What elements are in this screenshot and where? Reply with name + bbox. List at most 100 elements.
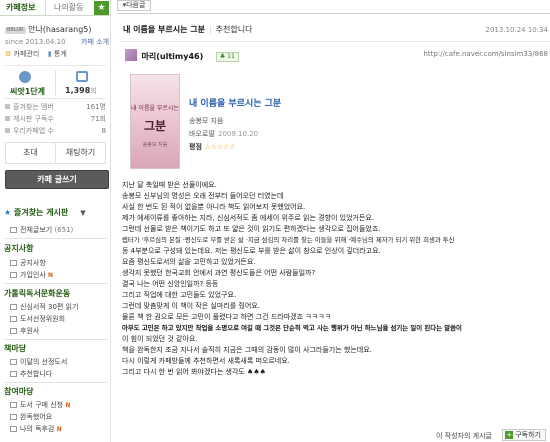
star-icon: ☆☆☆☆☆ — [204, 143, 236, 151]
sidebar-item-greetings[interactable]: 가입인사 N — [10, 270, 53, 280]
menu-label: 전체글보기 — [20, 226, 53, 234]
post-footer: 이 작성자의 게시글 + 구독하기 — [117, 429, 550, 442]
avatar[interactable] — [125, 49, 137, 61]
sidebar-item-all-posts[interactable]: 전체글보기 (651) — [10, 225, 73, 235]
body-line: 그런데 맞춤맞게 이 책이 작은 실마리를 줬어요. — [122, 302, 260, 310]
square-icon — [5, 128, 10, 133]
author-name[interactable]: 마리(ultimy46) — [142, 52, 204, 61]
sidebar: 카페정보 나의활동 ★ BBLUR 안나(hasarang5) since 20… — [0, 0, 111, 442]
plus-icon: + — [505, 431, 514, 439]
visit-icon — [76, 71, 88, 82]
member-level-chip: BBLUR — [5, 27, 26, 34]
participation-heading: 참여마당 — [4, 387, 34, 396]
body-line: 지난 달 축일때 받은 선물이에요. — [122, 181, 217, 189]
divider — [4, 339, 107, 340]
body-line: 사실 한 번도 된 적이 없을뿐 아니라 책도 읽어보지 못했었어요. — [122, 203, 306, 211]
body-line: 생각지 못했던 한국교회 안에서 과연 평신도들은 어떤 사람들일까? — [122, 269, 316, 277]
stat-value: 161명 — [86, 103, 106, 111]
cafe-manage-link[interactable]: ⚙ 카페관리 — [5, 50, 39, 58]
stat-row[interactable]: 즐겨찾는 멤버 161명 — [5, 101, 106, 113]
menu-label: 도서선정위원회 — [20, 315, 66, 323]
body-line: 물론 책 한 권으로 모든 고민이 풀렸다고 하면 그건 드라마겠죠 ㅋㅋㅋㅋ — [122, 313, 332, 321]
new-badge: N — [56, 426, 62, 433]
cafe-intro-link[interactable]: 카페 소개 — [81, 38, 109, 46]
cafe-write-button[interactable]: 카페 글쓰기 — [5, 170, 109, 189]
post-category-link[interactable]: 추천합니다 — [216, 25, 253, 34]
sidebar-item-recommend[interactable]: 추천합니다 — [10, 369, 52, 379]
book-rating: 평점 ☆☆☆☆☆ — [189, 142, 236, 152]
author-level-badge: ♣ 11 — [215, 52, 239, 62]
member-nickname[interactable]: 안나(hasarang5) — [28, 25, 91, 34]
chevron-down-icon[interactable]: ▼ — [80, 209, 85, 217]
body-line: 그리고 다시 한 번 읽어 봐야겠다는 생각도 ♠♠♠ — [122, 368, 266, 376]
divider — [55, 70, 56, 96]
sidebar-item-committee[interactable]: 도서선정위원회 — [10, 314, 65, 324]
rating-label: 평점 — [189, 143, 202, 151]
post-date: 2013.10.24 10:34 — [485, 26, 548, 34]
author-level-value: 11 — [227, 53, 235, 60]
board-icon — [10, 316, 17, 322]
star-icon: ★ — [4, 208, 12, 217]
next-post-button[interactable]: ▾다음글 — [117, 0, 151, 11]
sidebar-item-book-request[interactable]: 도서 구매 신청 N — [10, 400, 70, 410]
body-line: 제가 에세이류를 좋아하는 지라, 신심서적도 좀 에세이 위주로 읽는 경향이… — [122, 214, 375, 222]
body-line: 등 4부분으로 구성돼 있는데요. 저는 평신도로 부를 받은 삶이 참으로 인… — [122, 247, 381, 255]
body-line: 아무도 고민은 하고 있지만 작업을 소명으로 여길 때 그것은 단순히 먹고 … — [122, 324, 462, 332]
visit-count-unit: 회 — [90, 87, 97, 95]
sidebar-item-finished[interactable]: 완독했어요 — [10, 412, 52, 422]
tab-my-activity[interactable]: 나의활동 — [47, 0, 93, 16]
book-cover-title: 내 이름을 부르시는 — [131, 105, 179, 112]
list-icon — [10, 227, 17, 233]
sidebar-item-sponsor[interactable]: 후원사 — [10, 326, 39, 336]
body-line: 랩터가 '후르심의 본질 ·평신도로 부를 받은 삶 ·지금 섬김의 자리를 찾… — [122, 236, 455, 244]
menu-label: 완독했어요 — [20, 413, 53, 421]
board-icon — [10, 414, 17, 420]
book-title-link[interactable]: 내 이름을 부르시는 그분 — [189, 96, 281, 109]
menu-label: 추천합니다 — [20, 370, 53, 378]
author-posts-link[interactable]: 이 작성자의 게시글 — [436, 431, 492, 441]
book-publisher-row: 바오로딸 2009.10.20 — [189, 129, 258, 139]
divider — [4, 283, 107, 284]
sidebar-item-notice[interactable]: 공지사항 — [10, 258, 46, 268]
sidebar-item-reading[interactable]: 신심서적 30편 읽기 — [10, 302, 78, 312]
chat-button[interactable]: 채팅하기 — [56, 143, 105, 163]
board-icon — [10, 272, 17, 278]
post-url[interactable]: http://cafe.naver.com/sinsim33/868 — [423, 50, 548, 58]
member-since: since 2013.04.10 — [5, 38, 66, 46]
stat-row[interactable]: 우리카페앱 수 8 — [5, 125, 106, 137]
menu-label: 이달의 선정도서 — [20, 358, 68, 366]
subscribe-button[interactable]: + 구독하기 — [502, 429, 546, 441]
invite-button[interactable]: 초대 — [6, 143, 56, 163]
divider — [4, 238, 107, 239]
community-heading: 가톨릭독서문화운동 — [4, 289, 71, 298]
post-count: (651) — [54, 226, 74, 234]
member-level: 씨앗1단계 — [10, 87, 46, 96]
board-icon — [10, 426, 17, 432]
stats-label: 통계 — [53, 50, 67, 58]
body-line: 다시 이렇게 카페방들께 추천하면서 새록새록 떠오르네요. — [122, 357, 290, 365]
book-author: 송봉모 지음 — [189, 117, 224, 125]
new-badge: N — [48, 272, 54, 279]
body-line: 이 힘이 되었던 것 같아요. — [122, 335, 198, 343]
stats-link[interactable]: ▮ 통계 — [48, 50, 67, 58]
tab-cafe-info[interactable]: 카페정보 — [0, 0, 46, 16]
book-heading: 책마당 — [4, 344, 27, 353]
board-icon — [10, 402, 17, 408]
divider — [4, 382, 107, 383]
menu-label: 가입인사 — [20, 271, 46, 279]
board-icon — [10, 328, 17, 334]
sidebar-item-review[interactable]: 나의 독후감 N — [10, 424, 62, 434]
favorites-heading[interactable]: ★ 즐겨찾는 게시판 ▼ — [4, 207, 86, 218]
stat-row[interactable]: 게시판 구독수 71회 — [5, 113, 106, 125]
action-buttons: 초대 채팅하기 — [5, 142, 106, 164]
post-container: 내 이름을 부르시는 그분 | 추천합니다 2013.10.24 10:34 마리(… — [117, 13, 550, 442]
leaf-icon: ♣ — [219, 53, 226, 60]
star-icon[interactable]: ★ — [94, 1, 109, 15]
sidebar-tabs: 카페정보 나의활동 ★ — [0, 0, 111, 16]
visit-count: 1,398회 — [65, 86, 97, 96]
sidebar-item-monthly-book[interactable]: 이달의 선정도서 — [10, 357, 67, 367]
square-icon — [5, 116, 10, 121]
menu-label: 나의 독후감 — [20, 425, 55, 433]
book-cover-image[interactable]: 내 이름을 부르시는 그분 송봉모 지음 — [130, 74, 180, 169]
divider — [121, 41, 550, 42]
